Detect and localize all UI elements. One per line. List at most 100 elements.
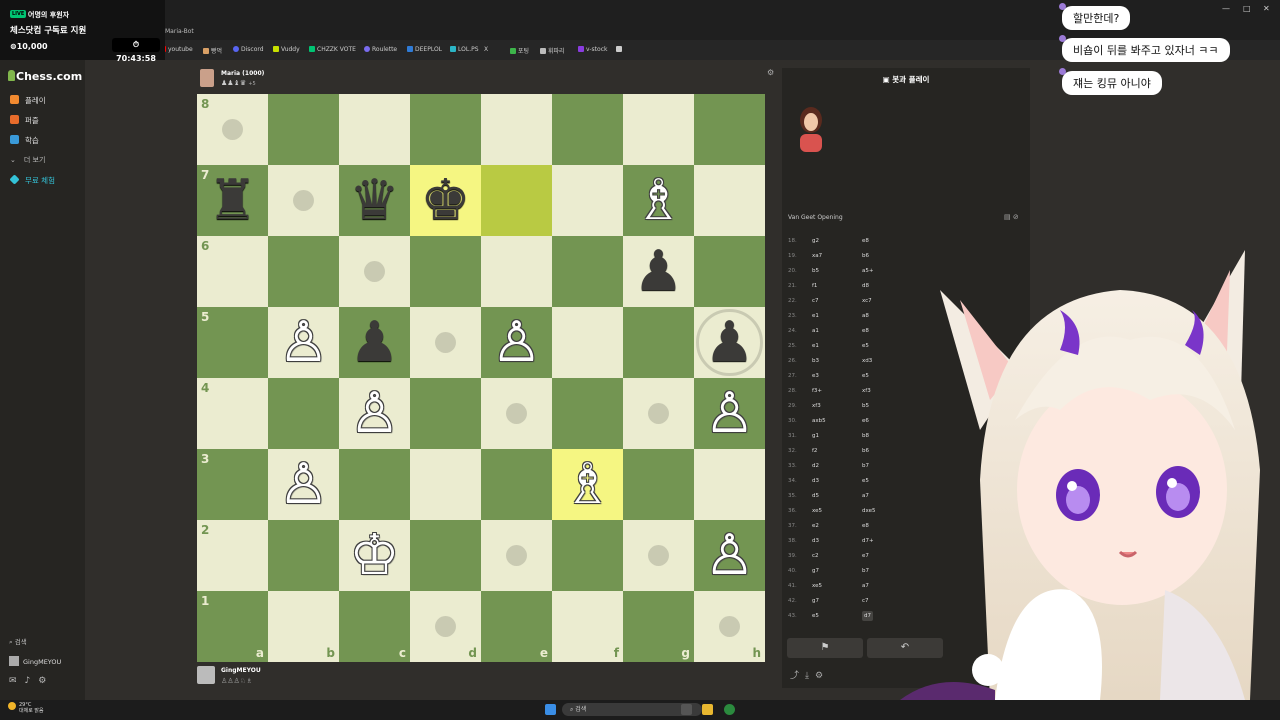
bookmark-discord[interactable]: Discord: [233, 46, 264, 53]
settings-icon[interactable]: ⚙: [815, 671, 829, 681]
square-a2[interactable]: 2: [197, 520, 268, 591]
bookmark-porting[interactable]: 포팅: [510, 46, 529, 55]
square-c1[interactable]: c: [339, 591, 410, 662]
square-f8[interactable]: [552, 94, 623, 165]
bookmark-vstock[interactable]: v-stock: [578, 46, 607, 53]
share-icon[interactable]: ⤴: [790, 671, 805, 681]
black-move[interactable]: xf3: [862, 386, 871, 396]
square-h2[interactable]: ♙: [694, 520, 765, 591]
square-d4[interactable]: [410, 378, 481, 449]
white-move[interactable]: d5: [812, 491, 819, 501]
sidebar-search[interactable]: ⌕ 검색: [9, 636, 27, 647]
black-pawn-piece[interactable]: ♟: [339, 307, 410, 378]
square-e8[interactable]: [481, 94, 552, 165]
square-b2[interactable]: [268, 520, 339, 591]
square-f2[interactable]: [552, 520, 623, 591]
weather-widget[interactable]: 29°C 대체로 맑음: [8, 702, 44, 714]
square-d8[interactable]: [410, 94, 481, 165]
black-move[interactable]: e5: [862, 476, 869, 486]
white-move[interactable]: xe5: [812, 506, 822, 516]
square-f4[interactable]: [552, 378, 623, 449]
black-move[interactable]: b6: [862, 446, 869, 456]
square-c6[interactable]: [339, 236, 410, 307]
white-pawn-piece[interactable]: ♙: [268, 307, 339, 378]
notification-icon[interactable]: ✉: [9, 676, 25, 686]
black-queen-piece[interactable]: ♛: [339, 165, 410, 236]
white-move[interactable]: xe5: [812, 581, 822, 591]
sidebar-user[interactable]: GingMEYOU: [9, 656, 61, 666]
black-move[interactable]: b7: [862, 461, 869, 471]
task-view-icon[interactable]: [681, 704, 692, 715]
square-b6[interactable]: [268, 236, 339, 307]
black-move[interactable]: d7: [862, 611, 873, 621]
square-h4[interactable]: ♙: [694, 378, 765, 449]
square-g4[interactable]: [623, 378, 694, 449]
square-h6[interactable]: [694, 236, 765, 307]
square-g7[interactable]: ♗: [623, 165, 694, 236]
black-move[interactable]: e8: [862, 236, 869, 246]
square-g3[interactable]: [623, 449, 694, 520]
settings-icon[interactable]: ⚙: [38, 676, 54, 686]
gear-icon[interactable]: ⚙: [767, 68, 774, 77]
move-hint-dot[interactable]: [648, 545, 669, 566]
square-b3[interactable]: ♙: [268, 449, 339, 520]
square-c5[interactable]: ♟: [339, 307, 410, 378]
white-king-piece[interactable]: ♔: [339, 520, 410, 591]
white-move[interactable]: g1: [812, 431, 819, 441]
square-c8[interactable]: [339, 94, 410, 165]
square-h1[interactable]: h: [694, 591, 765, 662]
bookmark-bread[interactable]: 빵먹: [203, 46, 222, 55]
white-move[interactable]: c2: [812, 551, 819, 561]
bookmark-deeplol[interactable]: DEEPLOL: [407, 46, 442, 53]
square-h3[interactable]: [694, 449, 765, 520]
file-explorer-icon[interactable]: [702, 704, 713, 715]
square-f6[interactable]: [552, 236, 623, 307]
white-move[interactable]: b5: [812, 266, 819, 276]
white-move[interactable]: d2: [812, 461, 819, 471]
square-e6[interactable]: [481, 236, 552, 307]
white-move[interactable]: e5: [812, 611, 819, 621]
square-g5[interactable]: [623, 307, 694, 378]
white-bishop-piece[interactable]: ♗: [623, 165, 694, 236]
square-e2[interactable]: [481, 520, 552, 591]
white-move[interactable]: f2: [812, 446, 817, 456]
square-g8[interactable]: [623, 94, 694, 165]
white-move[interactable]: xf3: [812, 401, 821, 411]
move-hint-dot[interactable]: [506, 403, 527, 424]
black-move[interactable]: c7: [862, 596, 869, 606]
square-c2[interactable]: ♔: [339, 520, 410, 591]
square-b1[interactable]: b: [268, 591, 339, 662]
square-g6[interactable]: ♟: [623, 236, 694, 307]
white-move[interactable]: axb5: [812, 416, 826, 426]
bookmark-vuddy[interactable]: Vuddy: [273, 46, 300, 53]
move-hint-dot[interactable]: [648, 403, 669, 424]
white-bishop-piece[interactable]: ♗: [552, 449, 623, 520]
square-c4[interactable]: ♙: [339, 378, 410, 449]
black-move[interactable]: d8: [862, 281, 869, 291]
white-move[interactable]: g7: [812, 566, 819, 576]
nav-puzzles[interactable]: 퍼즐: [10, 115, 39, 126]
square-a3[interactable]: 3: [197, 449, 268, 520]
folder-icon[interactable]: [616, 46, 624, 53]
square-b8[interactable]: [268, 94, 339, 165]
square-b5[interactable]: ♙: [268, 307, 339, 378]
move-hint-dot[interactable]: [435, 332, 456, 353]
square-f7[interactable]: [552, 165, 623, 236]
white-move[interactable]: c7: [812, 296, 819, 306]
resign-button[interactable]: ⚑: [787, 638, 863, 658]
square-e4[interactable]: [481, 378, 552, 449]
square-c3[interactable]: [339, 449, 410, 520]
nav-free-trial[interactable]: 무료 체험: [9, 174, 55, 186]
white-move[interactable]: d3: [812, 536, 819, 546]
square-h5[interactable]: ♟: [694, 307, 765, 378]
square-g1[interactable]: g: [623, 591, 694, 662]
tab-title[interactable]: Maria-Bot: [165, 28, 194, 35]
move-hint-dot[interactable]: [293, 190, 314, 211]
square-b4[interactable]: [268, 378, 339, 449]
white-move[interactable]: e3: [812, 371, 819, 381]
square-e5[interactable]: ♙: [481, 307, 552, 378]
square-h8[interactable]: [694, 94, 765, 165]
capture-hint[interactable]: [696, 309, 763, 376]
square-d5[interactable]: [410, 307, 481, 378]
black-move[interactable]: e6: [862, 416, 869, 426]
